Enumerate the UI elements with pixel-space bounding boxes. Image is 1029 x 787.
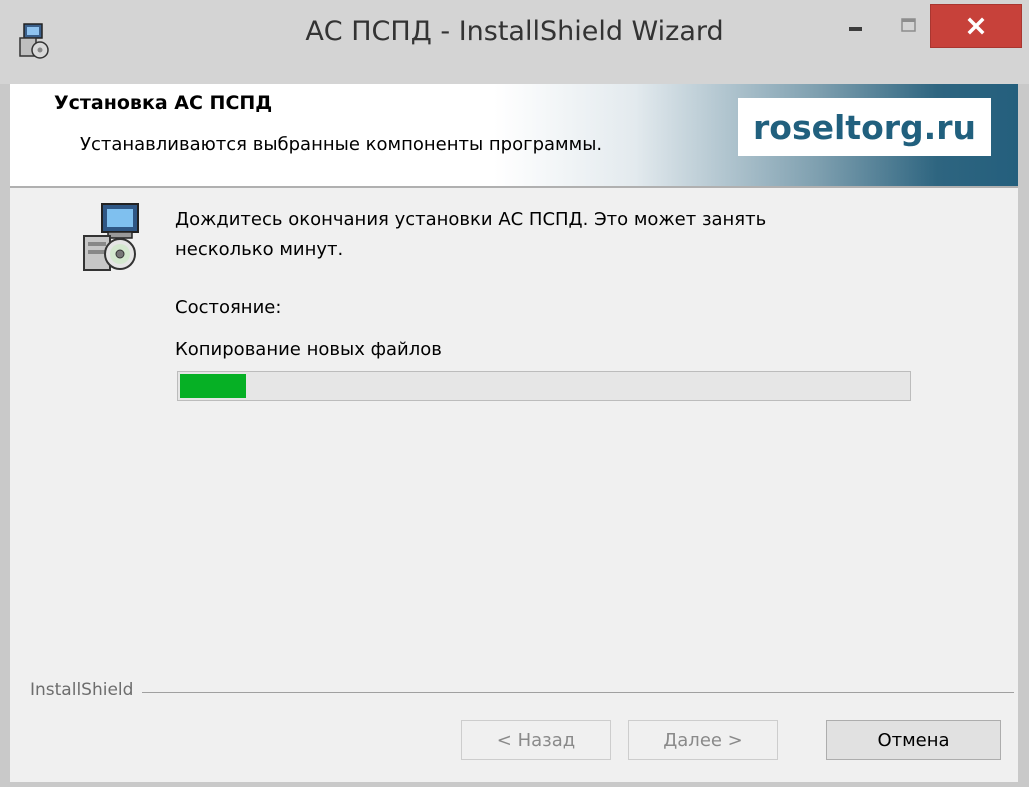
progress-bar bbox=[177, 371, 911, 401]
minimize-button[interactable] bbox=[826, 4, 886, 48]
minimize-icon bbox=[849, 27, 862, 31]
footer-divider bbox=[142, 692, 1014, 693]
close-button[interactable] bbox=[930, 4, 1022, 48]
install-message: Дождитесь окончания установки АС ПСПД. Э… bbox=[175, 209, 767, 260]
brand-logo: roseltorg.ru bbox=[738, 98, 991, 156]
computer-cd-icon bbox=[78, 200, 144, 274]
title-bar[interactable]: АС ПСПД - InstallShield Wizard bbox=[0, 0, 1029, 84]
status-value: Копирование новых файлов bbox=[175, 339, 442, 360]
header-title: Установка АС ПСПД bbox=[54, 92, 273, 114]
next-button[interactable]: Далее > bbox=[628, 720, 778, 760]
installer-window: АС ПСПД - InstallShield Wizard Установка… bbox=[0, 0, 1029, 787]
status-label: Состояние: bbox=[175, 297, 282, 318]
maximize-icon bbox=[901, 18, 916, 32]
back-button[interactable]: < Назад bbox=[461, 720, 611, 760]
maximize-button[interactable] bbox=[880, 4, 936, 48]
progress-fill bbox=[180, 374, 246, 398]
cancel-button[interactable]: Отмена bbox=[826, 720, 1001, 760]
header-subtitle: Устанавливаются выбранные компоненты про… bbox=[80, 134, 603, 155]
close-icon bbox=[967, 17, 985, 35]
installshield-brand: InstallShield bbox=[30, 680, 138, 700]
